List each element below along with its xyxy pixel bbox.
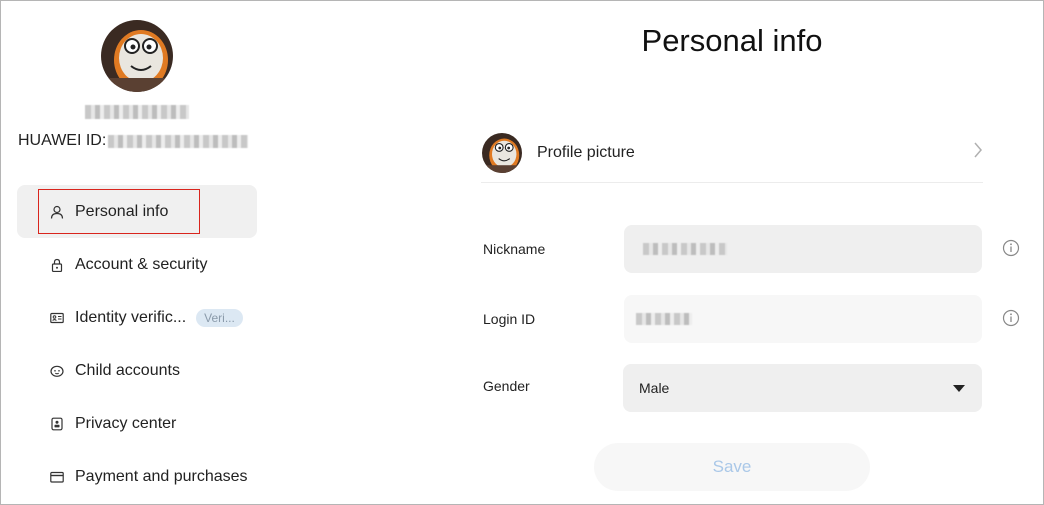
sidebar-item-label: Identity verific... <box>75 308 187 326</box>
sidebar-item-payment-purchases[interactable]: Payment and purchases <box>17 450 257 503</box>
masked-login-id <box>636 313 692 325</box>
sidebar-item-privacy-center[interactable]: Privacy center <box>17 397 257 450</box>
sidebar-item-label: Personal info <box>75 202 169 220</box>
sidebar-item-account-security[interactable]: Account & security <box>17 238 257 291</box>
user-avatar[interactable] <box>101 20 173 92</box>
profile-picture-label: Profile picture <box>537 143 635 161</box>
masked-username <box>85 105 189 119</box>
person-icon <box>50 205 64 219</box>
sidebar-item-label: Privacy center <box>75 414 177 432</box>
child-face-icon <box>50 364 64 378</box>
chevron-right-icon <box>973 141 983 164</box>
card-icon <box>50 470 64 484</box>
sidebar-item-identity-verification[interactable]: Identity verific... Veri... <box>17 291 257 344</box>
save-button[interactable]: Save <box>594 443 870 491</box>
masked-nickname <box>643 243 727 255</box>
gender-label: Gender <box>483 378 530 394</box>
sidebar-item-label: Payment and purchases <box>75 467 248 485</box>
masked-huawei-id <box>108 134 249 148</box>
privacy-icon <box>50 417 64 431</box>
sidebar-item-label: Child accounts <box>75 361 180 379</box>
nickname-label: Nickname <box>483 241 546 257</box>
sidebar-item-label: Account & security <box>75 255 208 273</box>
page-title: Personal info <box>641 23 823 58</box>
nickname-info-icon[interactable] <box>1002 239 1020 257</box>
login-id-info-icon[interactable] <box>1002 309 1020 327</box>
sidebar-item-personal-info[interactable]: Personal info <box>17 185 257 238</box>
verified-badge: Veri... <box>196 308 243 327</box>
login-id-label: Login ID <box>483 311 536 327</box>
id-card-icon <box>50 311 64 325</box>
nickname-field[interactable] <box>624 225 982 273</box>
caret-down-icon <box>953 385 965 392</box>
gender-select[interactable]: Male <box>623 364 982 412</box>
lock-icon <box>50 258 64 272</box>
page-frame: HUAWEI ID: Personal info Account & secur… <box>0 0 1044 505</box>
sidebar-item-child-accounts[interactable]: Child accounts <box>17 344 257 397</box>
sidebar-nav: Personal info Account & security Identit… <box>17 185 257 503</box>
login-id-field <box>624 295 982 343</box>
profile-picture-row[interactable]: Profile picture <box>481 123 983 183</box>
gender-value: Male <box>639 380 670 396</box>
huawei-id-label: HUAWEI ID: <box>18 132 107 149</box>
huawei-id-row: HUAWEI ID: <box>18 132 249 150</box>
profile-picture-avatar <box>482 132 522 173</box>
